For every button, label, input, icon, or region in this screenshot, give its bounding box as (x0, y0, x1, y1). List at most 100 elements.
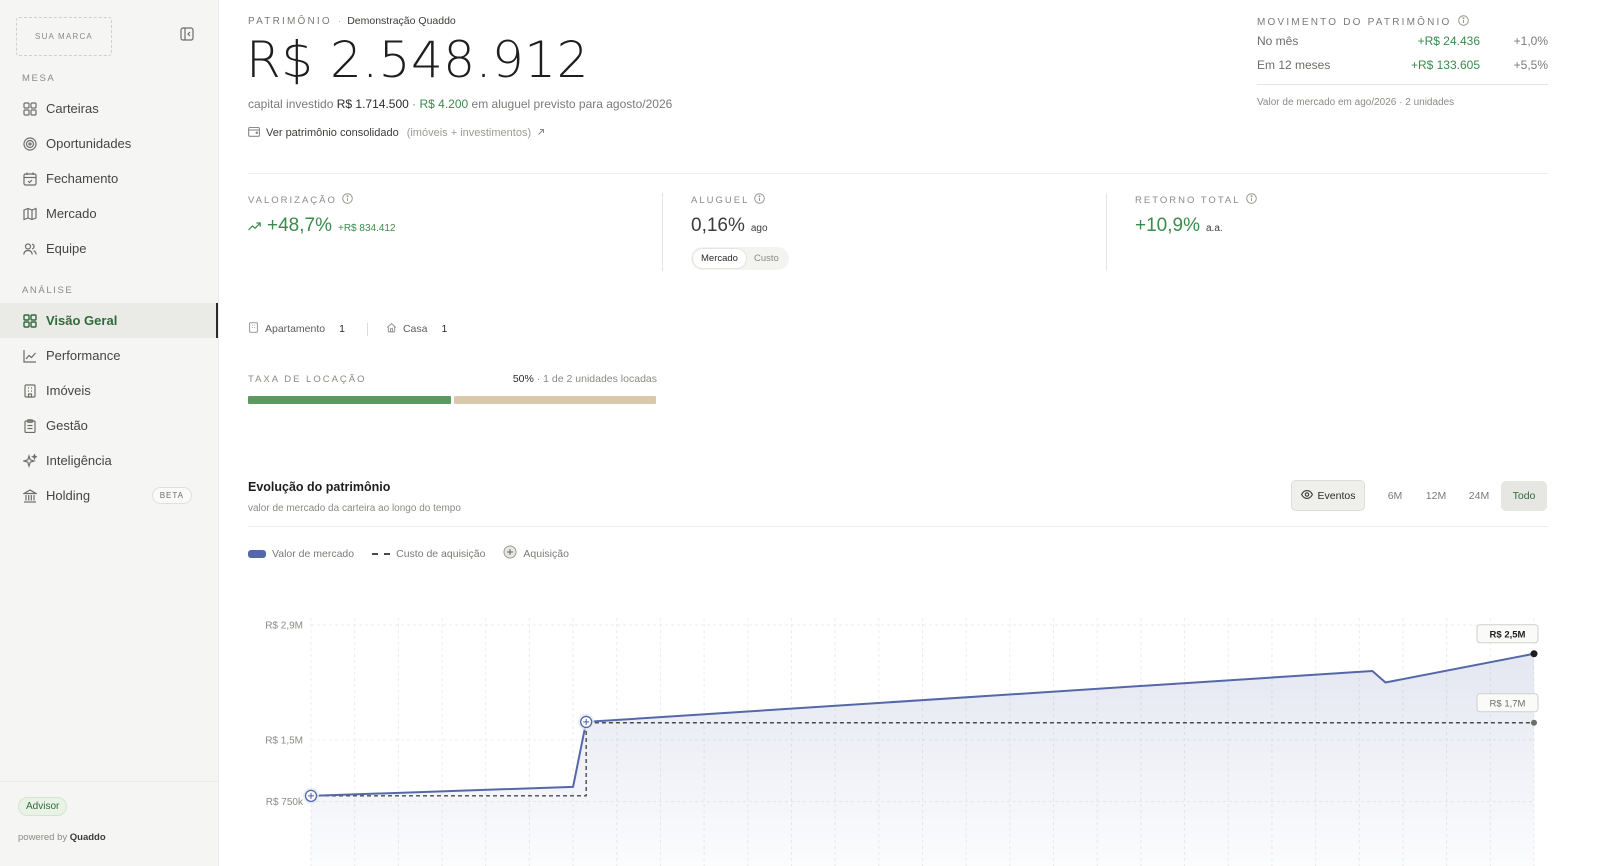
advisor-badge[interactable]: Advisor (18, 797, 68, 816)
sidebar-item-imoveis[interactable]: Imóveis (0, 373, 218, 408)
occupancy-label: TAXA DE LOCAÇÃO (248, 374, 367, 385)
home-icon (386, 322, 397, 336)
divider (366, 322, 368, 336)
y-tick-label: R$ 2,9M (265, 621, 303, 632)
portfolio-name: Demonstração Quaddo (347, 15, 456, 27)
kpi-label-text: ALUGUEL (691, 194, 750, 206)
info-icon[interactable] (1245, 193, 1257, 207)
sidebar-item-mercado[interactable]: Mercado (0, 196, 218, 231)
movement-row-month: No mês +R$ 24.436 +1,0% (1257, 29, 1548, 53)
sidebar-item-label: Holding (46, 488, 91, 503)
property-type-count: 1 (441, 323, 448, 335)
sidebar-footer: Advisor powered by Quaddo (0, 781, 218, 866)
page-eyebrow: PATRIMÔNIO · Demonstração Quaddo (248, 15, 456, 27)
sidebar-item-inteligencia[interactable]: Inteligência (0, 443, 218, 478)
movement-label: No mês (1257, 34, 1299, 48)
property-type-apartamento[interactable]: Apartamento 1 (248, 322, 345, 336)
expected-rent: R$ 4.200 (419, 97, 469, 111)
occupancy-bar-vacant (454, 396, 656, 404)
info-icon[interactable] (754, 193, 766, 207)
sidebar-item-carteiras[interactable]: Carteiras (0, 91, 218, 126)
range-24m[interactable]: 24M (1461, 481, 1497, 511)
patrimony-chart: R$ 2,9M R$ 1,5M R$ 750k R$ 2,5M R$ 1,7M (265, 618, 1539, 866)
divider (248, 526, 1548, 527)
occupancy-pct: 50% (512, 373, 534, 385)
toggle-custo[interactable]: Custo (746, 249, 787, 268)
chart-title: Evolução do patrimônio (248, 480, 391, 494)
powered-prefix: powered by (18, 832, 68, 843)
sidebar-item-label: Gestão (46, 418, 88, 433)
consolidated-link[interactable]: Ver patrimônio consolidado (imóveis + in… (248, 126, 545, 140)
movement-note: Valor de mercado em ago/2026 · 2 unidade… (1257, 97, 1455, 108)
movement-divider (1257, 84, 1548, 85)
events-button[interactable]: Eventos (1291, 480, 1365, 511)
kpi-delta: +R$ 834.412 (337, 223, 396, 234)
kpi-label-text: RETORNO TOTAL (1135, 194, 1241, 206)
movement-label: Em 12 meses (1257, 58, 1331, 72)
kpi-value: 0,16% (691, 215, 745, 236)
sidebar-item-equipe[interactable]: Equipe (0, 231, 218, 266)
movement-title: MOVIMENTO DO PATRIMÔNIO (1257, 15, 1548, 29)
consolidated-note: (imóveis + investimentos) (406, 127, 532, 139)
legend-swatch (372, 552, 391, 555)
movement-value: +R$ 133.605 (1410, 58, 1480, 72)
occupancy-detail: · 1 de 2 unidades locadas (533, 373, 657, 385)
chart-legend: Valor de mercado Custo de aquisição Aqui… (248, 545, 569, 562)
info-icon[interactable] (342, 193, 353, 207)
grid-icon (22, 101, 37, 116)
property-type-label: Apartamento (265, 323, 326, 335)
brand-logo[interactable]: SUA MARCA (16, 17, 112, 56)
market-value-endpoint (1530, 650, 1538, 658)
range-12m[interactable]: 12M (1419, 481, 1453, 511)
sidebar-item-gestao[interactable]: Gestão (0, 408, 218, 443)
events-label: Eventos (1317, 489, 1356, 502)
cost-endpoint (1531, 719, 1537, 726)
sidebar-item-visao-geral[interactable]: Visão Geral (0, 303, 218, 338)
sidebar-collapse-icon[interactable] (178, 25, 196, 43)
sidebar-item-label: Performance (46, 348, 121, 363)
sidebar-item-holding[interactable]: Holding BETA (0, 478, 218, 513)
powered-brand: Quaddo (69, 832, 106, 843)
info-icon[interactable] (1457, 15, 1469, 29)
sidebar-item-performance[interactable]: Performance (0, 338, 218, 373)
beta-badge: BETA (151, 487, 192, 504)
movement-row-12m: Em 12 meses +R$ 133.605 +5,5% (1257, 53, 1548, 77)
legend-label: Custo de aquisição (396, 547, 486, 560)
property-type-casa[interactable]: Casa 1 (386, 322, 447, 336)
capital-invested: R$ 1.714.500 (336, 97, 409, 111)
sidebar-item-fechamento[interactable]: Fechamento (0, 161, 218, 196)
sidebar-item-label: Carteiras (46, 101, 99, 116)
range-todo[interactable]: Todo (1501, 481, 1547, 511)
property-type-label: Casa (402, 323, 428, 335)
kpi-label: RETORNO TOTAL (1135, 193, 1257, 207)
eyebrow-label: PATRIMÔNIO (248, 16, 332, 27)
grid-icon (22, 313, 37, 328)
sidebar-item-label: Mercado (46, 206, 97, 221)
total-patrimony: R$ 2.548.912 (246, 31, 589, 89)
kpi-value: +10,9% (1135, 215, 1200, 236)
capital-prefix: capital investido (248, 97, 334, 111)
target-icon (22, 136, 37, 151)
legend-cost[interactable]: Custo de aquisição (372, 548, 485, 560)
sidebar-item-label: Oportunidades (46, 136, 132, 151)
legend-market[interactable]: Valor de mercado (248, 548, 354, 560)
kpi-suffix: ago (750, 223, 768, 234)
capital-separator: · (408, 97, 420, 111)
occupancy-bar-leased (248, 396, 451, 404)
kpi-value: +48,7% (267, 215, 332, 236)
kpi-label: ALUGUEL (691, 193, 789, 207)
range-6m[interactable]: 6M (1379, 481, 1411, 511)
sidebar-item-label: Visão Geral (46, 313, 118, 328)
patrimony-movement: MOVIMENTO DO PATRIMÔNIO No mês +R$ 24.43… (1257, 15, 1548, 108)
movement-value: +R$ 24.436 (1417, 34, 1480, 48)
sidebar-item-oportunidades[interactable]: Oportunidades (0, 126, 218, 161)
toggle-mercado[interactable]: Mercado (693, 249, 746, 268)
legend-acquisition[interactable]: Aquisição (503, 545, 569, 562)
market-value-end-label: R$ 2,5M (1490, 629, 1526, 640)
kpi-divider (1106, 193, 1107, 271)
legend-label: Valor de mercado (272, 547, 355, 560)
users-icon (22, 241, 37, 256)
movement-pct: +1,0% (1513, 34, 1548, 48)
section-label-mesa: MESA (22, 73, 56, 84)
kpi-valorizacao: VALORIZAÇÃO +48,7% +R$ 834.412 (248, 193, 396, 273)
